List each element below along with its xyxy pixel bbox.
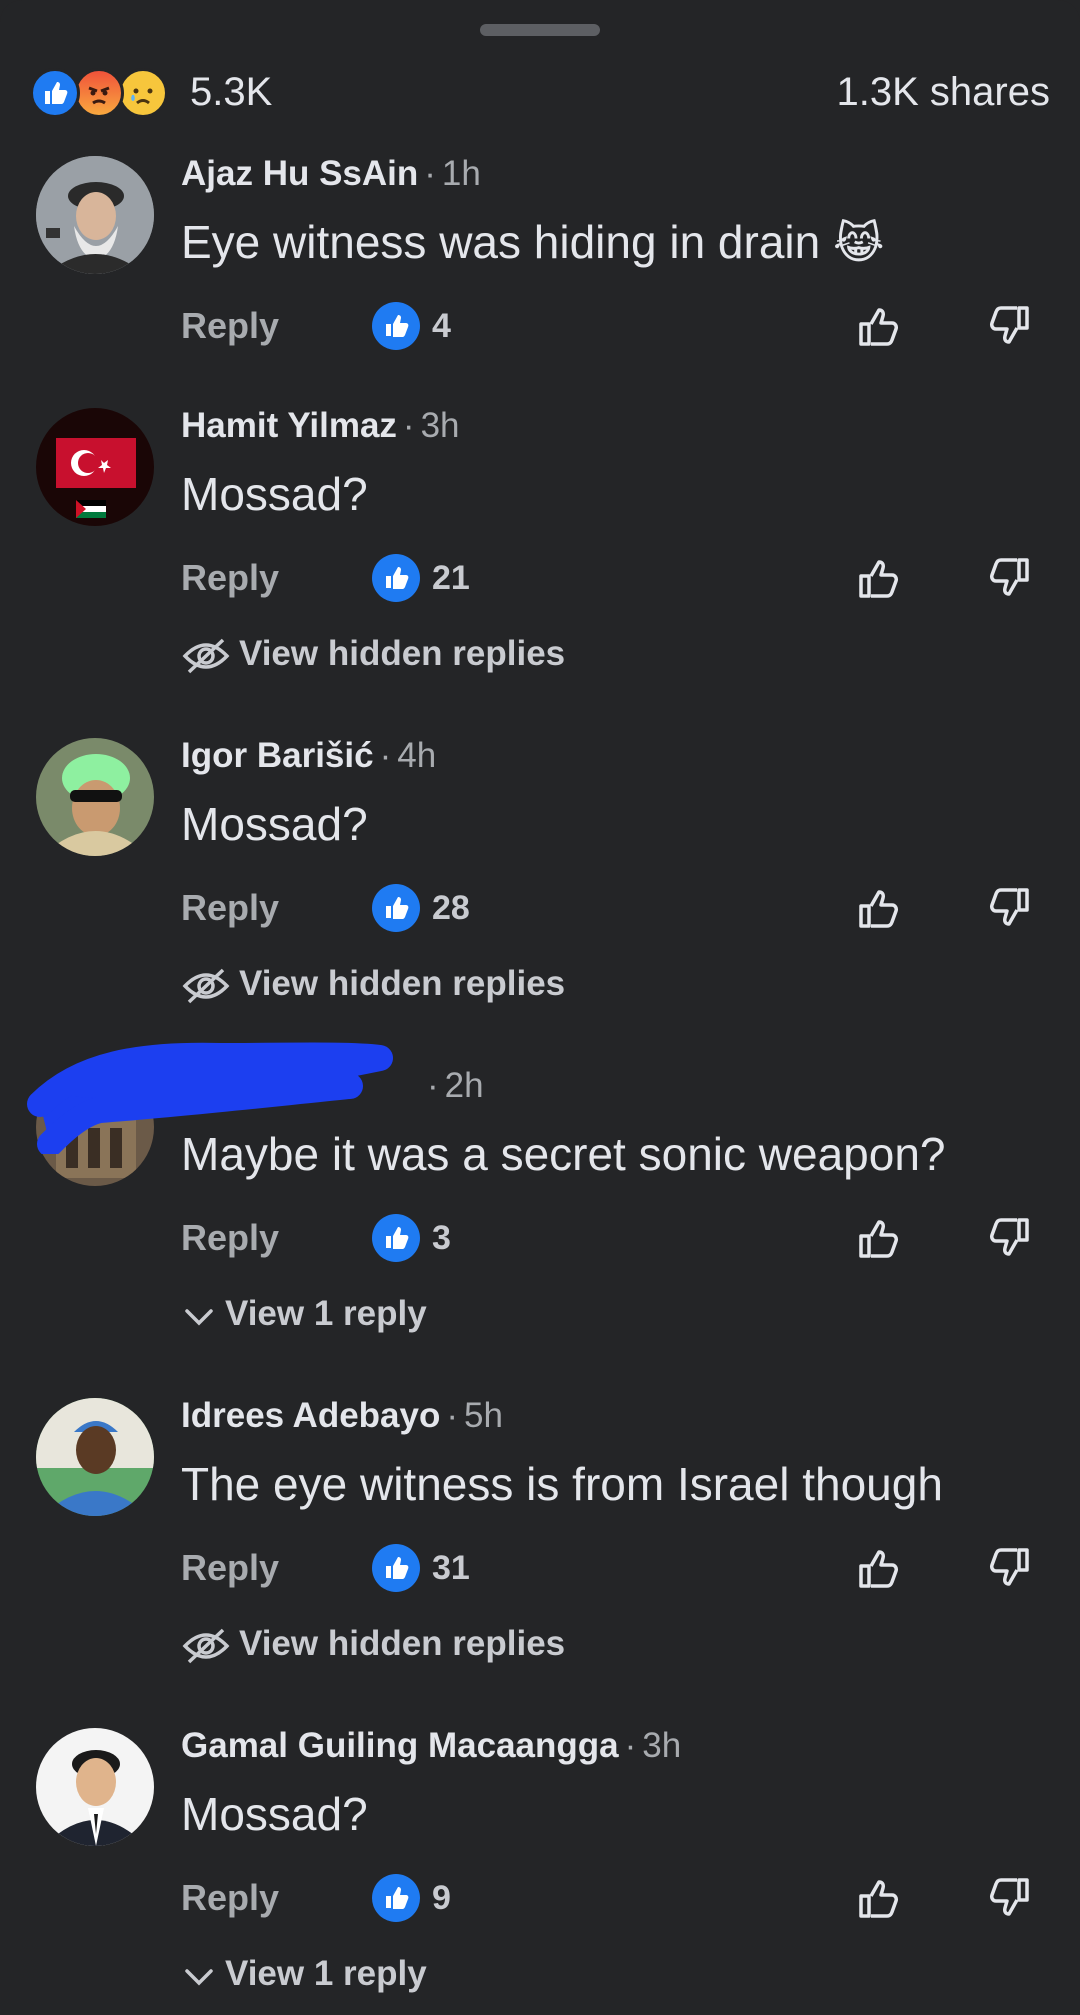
like-count: 4 bbox=[432, 307, 451, 345]
comment-header: Ajaz Hu SsAin · 1h bbox=[181, 152, 481, 196]
comment-actions: Reply 28 bbox=[181, 880, 1041, 936]
separator: · bbox=[624, 1726, 637, 1765]
chevron-down-icon bbox=[185, 1969, 213, 1986]
chevron-down-icon bbox=[185, 1309, 213, 1326]
eye-slash-icon bbox=[182, 1628, 230, 1664]
reply-button[interactable]: Reply bbox=[181, 550, 279, 606]
timestamp[interactable]: 5h bbox=[464, 1396, 503, 1435]
comment-actions: Reply 9 bbox=[181, 1870, 1041, 1926]
comment-actions: Reply 4 bbox=[181, 298, 1041, 354]
comment: Hamit Yilmaz · 3h Mossad? Reply 21 View hi… bbox=[0, 404, 1080, 684]
comment-text: Eye witness was hiding in drain bbox=[181, 216, 821, 268]
comment-text: Mossad? bbox=[181, 798, 368, 850]
like-count: 21 bbox=[432, 559, 470, 597]
view-hidden-replies-link[interactable]: View hidden replies bbox=[181, 1620, 565, 1668]
separator: · bbox=[446, 1396, 459, 1435]
thumbs-down-icon[interactable] bbox=[981, 1540, 1037, 1596]
reply-button[interactable]: Reply bbox=[181, 1870, 279, 1926]
like-badge-icon bbox=[372, 554, 420, 602]
thumbs-down-icon[interactable] bbox=[981, 880, 1037, 936]
comments-sheet: 5.3K 1.3K shares Ajaz Hu SsAin · 1h Eye wi… bbox=[0, 0, 1080, 2015]
like-count: 31 bbox=[432, 1549, 470, 1587]
comment-header: Igor Barišić · 4h bbox=[181, 734, 436, 778]
like-badge-icon bbox=[372, 302, 420, 350]
timestamp[interactable]: 1h bbox=[442, 154, 481, 193]
thumbs-up-icon[interactable] bbox=[851, 298, 907, 354]
timestamp[interactable]: 4h bbox=[397, 736, 436, 775]
reaction-count[interactable]: 5.3K bbox=[190, 64, 272, 120]
timestamp[interactable]: 3h bbox=[421, 406, 460, 445]
like-badge-icon bbox=[372, 1544, 420, 1592]
sub-link-label: View hidden replies bbox=[239, 964, 566, 1003]
laughing-cat-emoji: 😹 bbox=[833, 219, 885, 268]
comment-actions: Reply 3 bbox=[181, 1210, 1041, 1266]
avatar[interactable] bbox=[36, 1398, 154, 1516]
comment-text-wrap: Eye witness was hiding in drain 😹 bbox=[181, 214, 884, 272]
shares-count[interactable]: 1.3K shares bbox=[837, 64, 1050, 120]
avatar[interactable] bbox=[36, 156, 154, 274]
comment: Idrees Adebayo · 5h The eye witness is fro… bbox=[0, 1394, 1080, 1674]
reaction-summary[interactable] bbox=[30, 68, 190, 118]
comment-text: Mossad? bbox=[181, 468, 368, 520]
like-count: 3 bbox=[432, 1219, 451, 1257]
comment: Gamal Guiling Macaangga · 3h Mossad? Reply… bbox=[0, 1724, 1080, 2015]
sub-link-label: View hidden replies bbox=[239, 634, 566, 673]
angry-icon bbox=[74, 68, 124, 118]
like-icon bbox=[30, 68, 80, 118]
thumbs-down-icon[interactable] bbox=[981, 550, 1037, 606]
separator: · bbox=[402, 406, 415, 445]
avatar[interactable] bbox=[36, 1728, 154, 1846]
thumbs-up-icon[interactable] bbox=[851, 1870, 907, 1926]
reply-button[interactable]: Reply bbox=[181, 1210, 279, 1266]
timestamp[interactable]: 3h bbox=[642, 1726, 681, 1765]
view-hidden-replies-link[interactable]: View hidden replies bbox=[181, 630, 565, 678]
comment-header: Gamal Guiling Macaangga · 3h bbox=[181, 1724, 681, 1768]
thumbs-up-icon[interactable] bbox=[851, 1210, 907, 1266]
sub-link-label: View 1 reply bbox=[225, 1294, 427, 1333]
thumbs-down-icon[interactable] bbox=[981, 1870, 1037, 1926]
view-replies-link[interactable]: View 1 reply bbox=[181, 1950, 427, 1998]
separator: · bbox=[424, 154, 436, 193]
author-name[interactable]: Idrees Adebayo bbox=[181, 1396, 440, 1435]
comment-header: Idrees Adebayo · 5h bbox=[181, 1394, 503, 1438]
comment: · 2h Maybe it was a secret sonic weapon? … bbox=[0, 1042, 1080, 1344]
avatar[interactable] bbox=[36, 738, 154, 856]
comment-actions: Reply 21 bbox=[181, 550, 1041, 606]
author-name[interactable]: Gamal Guiling Macaangga bbox=[181, 1726, 619, 1765]
sad-icon bbox=[118, 68, 168, 118]
eye-slash-icon bbox=[182, 638, 230, 674]
like-badge-icon bbox=[372, 1874, 420, 1922]
view-hidden-replies-link[interactable]: View hidden replies bbox=[181, 960, 565, 1008]
separator: · bbox=[379, 736, 392, 775]
author-name[interactable]: Ajaz Hu SsAin bbox=[181, 154, 418, 193]
comment-actions: Reply 31 bbox=[181, 1540, 1041, 1596]
like-badge-icon bbox=[372, 1214, 420, 1262]
eye-slash-icon bbox=[182, 968, 230, 1004]
post-stats-bar: 5.3K 1.3K shares bbox=[30, 64, 1050, 120]
comment: Ajaz Hu SsAin · 1h Eye witness was hiding … bbox=[0, 152, 1080, 352]
like-badge-icon bbox=[372, 884, 420, 932]
reply-button[interactable]: Reply bbox=[181, 298, 279, 354]
thumbs-down-icon[interactable] bbox=[981, 298, 1037, 354]
comment-text: Mossad? bbox=[181, 1788, 368, 1840]
comment-text: The eye witness is from Israel though bbox=[181, 1458, 943, 1510]
thumbs-down-icon[interactable] bbox=[981, 1210, 1037, 1266]
comment-header: Hamit Yilmaz · 3h bbox=[181, 404, 460, 448]
avatar[interactable] bbox=[36, 408, 154, 526]
sub-link-label: View hidden replies bbox=[239, 1624, 566, 1663]
reply-button[interactable]: Reply bbox=[181, 880, 279, 936]
comment-text: Maybe it was a secret sonic weapon? bbox=[181, 1128, 946, 1180]
author-name[interactable]: Igor Barišić bbox=[181, 736, 374, 775]
like-count: 9 bbox=[432, 1879, 451, 1917]
drag-handle[interactable] bbox=[480, 24, 600, 36]
thumbs-up-icon[interactable] bbox=[851, 550, 907, 606]
thumbs-up-icon[interactable] bbox=[851, 1540, 907, 1596]
thumbs-up-icon[interactable] bbox=[851, 880, 907, 936]
author-name[interactable]: Hamit Yilmaz bbox=[181, 406, 397, 445]
like-count: 28 bbox=[432, 889, 470, 927]
sub-link-label: View 1 reply bbox=[225, 1954, 427, 1993]
reply-button[interactable]: Reply bbox=[181, 1540, 279, 1596]
comment: Igor Barišić · 4h Mossad? Reply 28 View hi… bbox=[0, 734, 1080, 1014]
view-replies-link[interactable]: View 1 reply bbox=[181, 1290, 427, 1338]
